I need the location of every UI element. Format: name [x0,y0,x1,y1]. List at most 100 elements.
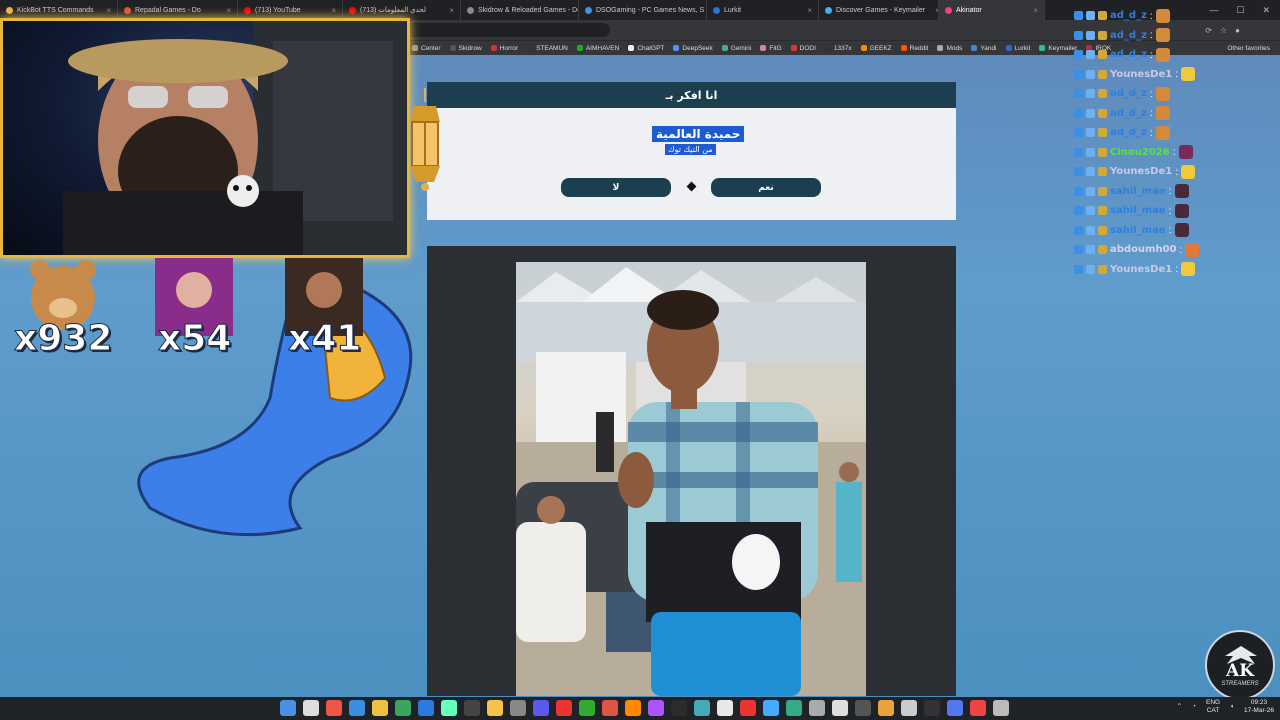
taskbar-app-icon[interactable] [947,700,963,716]
chat-username[interactable]: sahil_mae [1110,186,1166,197]
bookmark-item[interactable]: STEAMUN [527,45,568,52]
taskbar-app-icon[interactable] [510,700,526,716]
app-icon[interactable] [395,700,411,716]
browser-tab[interactable]: Akinator × [939,0,1045,20]
chevron-up-icon[interactable]: ⌃ [1177,703,1182,711]
edge-icon[interactable] [349,700,365,716]
taskbar-app-icon[interactable] [763,700,779,716]
taskbar-app-icon[interactable] [832,700,848,716]
bookmark-item[interactable]: Yandi [971,45,997,52]
taskbar-app-icon[interactable] [648,700,664,716]
browser-tab[interactable]: DSOGaming - PC Games News, S× [579,0,707,20]
chat-username[interactable]: abdoumh00 [1110,244,1177,255]
bookmark-item[interactable]: Gemini [721,44,752,52]
brave-icon[interactable] [326,700,342,716]
start-icon[interactable] [280,700,296,716]
chat-username[interactable]: sahil_mae [1110,205,1166,216]
tab-close-icon[interactable]: × [325,6,336,15]
chat-message: Cinou2026: [1074,143,1280,163]
chat-emote-icon [1181,164,1196,179]
tab-close-icon[interactable]: × [100,6,111,15]
bookmark-item[interactable]: Mods [937,45,962,52]
taskbar-app-icons [280,700,1009,716]
tab-close-icon[interactable]: × [443,6,454,15]
files-icon[interactable] [372,700,388,716]
browser-tab[interactable]: Repadal Games - Do × [118,0,238,20]
bookmark-item[interactable]: 1337x [824,45,852,52]
taskbar-app-icon[interactable] [625,700,641,716]
bookmark-item[interactable]: FitG [760,45,782,52]
browser-tab[interactable]: KickBot TTS Commands × [0,0,118,20]
browser-tab[interactable]: Lurkit × [707,0,819,20]
chat-username[interactable]: ad_d_z [1110,88,1147,99]
chat-username[interactable]: ad_d_z [1110,30,1147,41]
taskbar-app-icon[interactable] [694,700,710,716]
chat-badge-icon [1086,147,1095,157]
chat-emote-icon [1178,145,1193,160]
chat-username[interactable]: ad_d_z [1110,108,1147,119]
taskbar-app-icon[interactable] [671,700,687,716]
chat-username[interactable]: YounesDe1 [1110,69,1172,80]
bookmark-item[interactable]: Horror [490,45,518,52]
bookmark-label: Gemini [730,44,752,52]
browser-tab[interactable]: (713) YouTube × [238,0,343,20]
chat-username[interactable]: ad_d_z [1110,127,1147,138]
chat-username[interactable]: YounesDe1 [1110,166,1172,177]
chat-username[interactable]: Cinou2026 [1110,147,1170,158]
taskbar-app-icon[interactable] [809,700,825,716]
browser-tab[interactable]: (713) لحدي المعلومات × [343,0,461,20]
bookmark-label: GEEKZ [869,44,892,52]
bookmark-item[interactable]: AIMHAVEN [576,45,619,52]
bookmark-item[interactable]: Lurkit [1005,45,1030,52]
taskbar-app-icon[interactable] [970,700,986,716]
bookmark-favicon-icon [490,45,497,51]
chat-separator: : [1172,146,1176,159]
chat-badge-icon [1098,128,1107,138]
bookmark-item[interactable]: ChatGPT [628,45,664,52]
taskbar-app-icon[interactable] [579,700,595,716]
taskbar-app-icon[interactable] [901,700,917,716]
bookmark-item[interactable]: Reddit [900,45,928,52]
taskbar-app-icon[interactable] [556,700,572,716]
chrome-icon[interactable] [441,700,457,716]
xbox-icon[interactable] [418,700,434,716]
taskbar-app-icon[interactable] [786,700,802,716]
chat-username[interactable]: ad_d_z [1110,49,1147,60]
browser-tab[interactable]: Skidrow & Reloaded Games - Do× [461,0,579,20]
tab-close-icon[interactable]: × [1027,6,1038,15]
tab-close-icon[interactable]: × [220,6,231,15]
bookmark-favicon-icon [971,45,978,51]
wifi-icon[interactable]: ◔ [1192,703,1196,711]
taskbar-app-icon[interactable] [993,700,1009,716]
bookmark-item[interactable]: DODI [790,45,816,52]
bookmark-item[interactable]: GEEKZ [860,44,892,52]
volume-icon[interactable]: ◖ [1230,703,1234,711]
chat-username[interactable]: YounesDe1 [1110,264,1172,275]
taskbar-app-icon[interactable] [602,700,618,716]
clock[interactable]: 09:23 17-Mar-26 [1244,699,1274,715]
tab-close-icon[interactable]: × [929,6,938,15]
taskbar-app-icon[interactable] [740,700,756,716]
tab-close-icon[interactable]: × [801,6,812,15]
taskbar-app-icon[interactable] [533,700,549,716]
taskbar-app-icon[interactable] [878,700,894,716]
chat-username[interactable]: sahil_mae [1110,225,1166,236]
yes-button[interactable]: نعم [711,178,821,197]
chat-badge-icon [1074,167,1083,177]
bookmark-item[interactable]: Keymailer [1039,45,1077,52]
bookmark-item[interactable]: Center [412,45,441,52]
browser-tab[interactable]: Discover Games - Keymailer× [819,0,939,20]
bookmark-item[interactable]: Skidrow [449,45,482,52]
bookmark-item[interactable]: DeepSeek [673,45,713,52]
taskbar-app-icon[interactable] [717,700,733,716]
search-icon[interactable] [303,700,319,716]
chat-badge-icon [1086,128,1095,138]
guess-subtitle: من التيك توك [665,144,716,155]
taskbar-app-icon[interactable] [924,700,940,716]
no-button[interactable]: لا [561,178,671,197]
taskbar-app-icon[interactable] [855,700,871,716]
language-indicator[interactable]: ENG CAT [1206,699,1220,715]
steam-icon[interactable] [464,700,480,716]
chat-username[interactable]: ad_d_z [1110,10,1147,21]
app-icon[interactable] [487,700,503,716]
